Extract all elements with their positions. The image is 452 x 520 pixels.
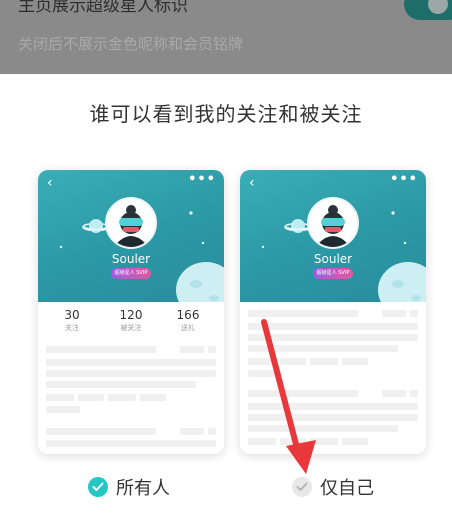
sparkle-icon — [403, 241, 407, 245]
option-label: 所有人 — [116, 478, 170, 499]
placeholder-line — [46, 381, 196, 388]
placeholder-line — [78, 394, 104, 401]
placeholder-line — [248, 425, 398, 432]
placeholder-line — [248, 403, 418, 410]
stat-value: 30 — [64, 308, 80, 322]
more-icon: ••• — [188, 172, 216, 187]
placeholder-line — [280, 358, 306, 365]
option-everyone[interactable]: 所有人 — [88, 474, 170, 500]
profile-hero: ‹ ••• Souler 超级星人 SVIP — [38, 170, 224, 302]
svip-badge: 超级星人 SVIP — [313, 268, 353, 279]
placeholder-line — [208, 428, 216, 435]
placeholder-line — [46, 346, 156, 353]
sparkle-icon — [189, 211, 193, 215]
stat-followers: 120 被关注 — [101, 308, 161, 333]
sparkle-icon — [59, 245, 63, 249]
placeholder-line — [410, 310, 418, 317]
placeholder-line — [248, 414, 418, 421]
setting-toggle[interactable] — [404, 0, 452, 20]
setting-title: 主页展示超级星人标识 — [18, 0, 188, 16]
placeholder-line — [180, 346, 204, 353]
svip-badge: 超级星人 SVIP — [111, 268, 151, 279]
placeholder-line — [248, 334, 418, 341]
placeholder-line — [108, 394, 136, 401]
placeholder-line — [248, 358, 276, 365]
sparkle-icon — [261, 245, 265, 249]
placeholder-line — [46, 394, 74, 401]
placeholder-line — [208, 346, 216, 353]
placeholder-line — [46, 359, 216, 366]
placeholder-line — [248, 370, 282, 377]
placeholder-line — [46, 406, 80, 413]
stat-value: 166 — [176, 308, 200, 322]
sheet-title: 谁可以看到我的关注和被关注 — [89, 102, 363, 126]
preview-card-everyone[interactable]: ‹ ••• Souler 超级星人 SVIP 30 关注 120 被关注 166… — [38, 170, 224, 454]
settings-backdrop: 主页展示超级星人标识 关闭后不展示金色昵称和会员铭牌 — [0, 0, 452, 74]
placeholder-line — [382, 390, 406, 397]
placeholder-line — [342, 358, 368, 365]
back-icon: ‹ — [249, 175, 255, 191]
sparkle-icon — [391, 211, 395, 215]
stat-label: 关注 — [65, 324, 79, 332]
avatar — [105, 197, 157, 249]
placeholder-line — [46, 370, 216, 377]
stat-value: 120 — [119, 308, 143, 322]
back-icon: ‹ — [47, 175, 53, 191]
placeholder-line — [342, 438, 368, 445]
placeholder-line — [180, 428, 204, 435]
placeholder-line — [382, 310, 406, 317]
placeholder-line — [280, 438, 306, 445]
setting-description: 关闭后不展示金色昵称和会员铭牌 — [18, 35, 244, 53]
preview-card-only-me[interactable]: ‹ ••• Souler 超级星人 SVIP — [240, 170, 426, 454]
profile-hero: ‹ ••• Souler 超级星人 SVIP — [240, 170, 426, 302]
sparkle-icon — [201, 241, 205, 245]
privacy-bottom-sheet: 谁可以看到我的关注和被关注 ‹ ••• Souler 超级星人 SVIP 30 … — [0, 74, 452, 520]
placeholder-line — [46, 428, 156, 435]
username: Souler — [313, 252, 353, 266]
check-icon — [292, 477, 312, 497]
placeholder-line — [46, 440, 216, 447]
placeholder-line — [140, 394, 166, 401]
check-icon — [88, 477, 108, 497]
option-label: 仅自己 — [320, 478, 374, 499]
profile-stats: 30 关注 120 被关注 166 送礼 — [38, 308, 224, 338]
username: Souler — [111, 252, 151, 266]
placeholder-line — [248, 345, 398, 352]
placeholder-line — [310, 438, 338, 445]
placeholder-line — [248, 310, 358, 317]
stat-label: 被关注 — [120, 324, 142, 332]
stat-gifts: 166 送礼 — [158, 308, 218, 333]
placeholder-line — [410, 390, 418, 397]
avatar — [307, 197, 359, 249]
more-icon: ••• — [390, 172, 418, 187]
placeholder-line — [248, 323, 418, 330]
stat-label: 送礼 — [181, 324, 195, 332]
stat-following: 30 关注 — [42, 308, 102, 333]
placeholder-line — [248, 390, 358, 397]
placeholder-line — [248, 438, 276, 445]
option-only-me[interactable]: 仅自己 — [292, 474, 374, 500]
placeholder-line — [310, 358, 338, 365]
